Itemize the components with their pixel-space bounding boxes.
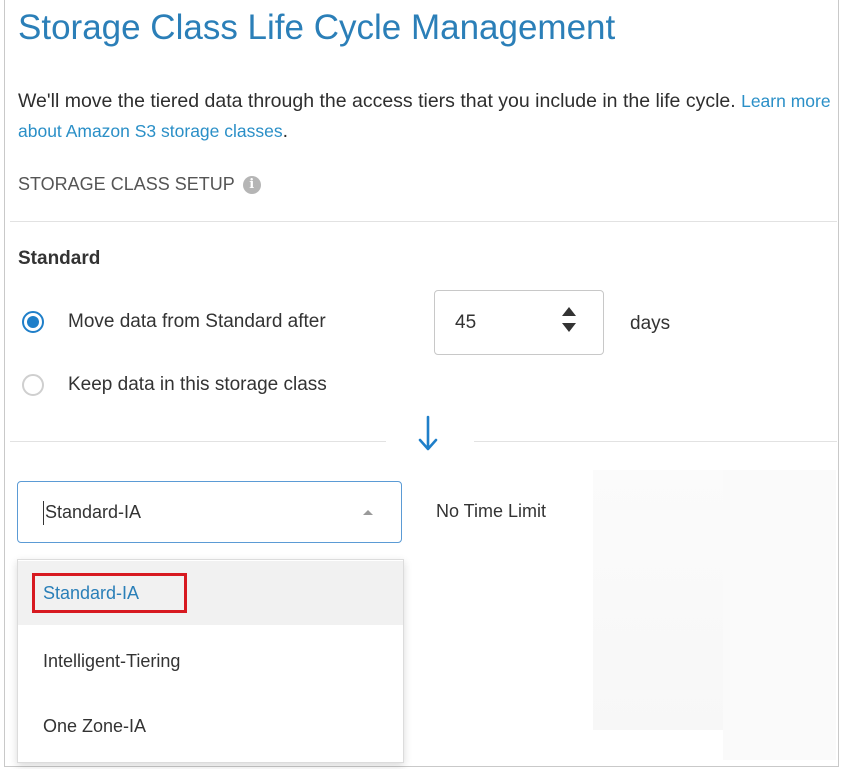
dropdown-option-standard-ia[interactable]: Standard-IA [18,561,403,625]
move-data-label: Move data from Standard after [68,311,326,332]
days-value: 45 [455,312,477,333]
page-title: Storage Class Life Cycle Management [18,8,616,47]
storage-class-name: Standard [18,248,101,269]
option-label: Intelligent-Tiering [43,651,181,671]
section-label: STORAGE CLASS SETUP [18,174,235,194]
storage-class-select[interactable]: Standard-IA [17,481,402,543]
dropdown-option-one-zone-ia[interactable]: One Zone-IA [18,694,403,758]
keep-data-label: Keep data in this storage class [68,374,327,395]
stepper-arrows-icon[interactable] [561,307,577,337]
description-text: We'll move the tiered data through the a… [18,90,736,112]
stepper-up-icon[interactable] [562,307,576,316]
text-cursor [43,501,44,525]
move-data-radio[interactable] [22,311,44,333]
divider-right [474,441,837,442]
description-end: . [282,120,289,142]
description: We'll move the tiered data through the a… [18,86,833,146]
background-panel [593,470,723,730]
move-data-option[interactable]: Move data from Standard after [22,311,326,333]
keep-data-option[interactable]: Keep data in this storage class [22,374,327,396]
option-label: One Zone-IA [43,716,147,736]
dropdown-option-intelligent-tiering[interactable]: Intelligent-Tiering [18,629,403,693]
stepper-down-icon[interactable] [562,323,576,332]
background-panel [723,470,836,760]
divider [10,221,837,222]
chevron-up-icon[interactable] [363,510,373,515]
storage-class-setup-heading: STORAGE CLASS SETUP i [18,174,261,195]
days-stepper[interactable]: 45 [434,290,604,355]
keep-data-radio[interactable] [22,374,44,396]
divider-left [10,441,386,442]
days-unit-label: days [630,313,671,334]
storage-class-dropdown-menu: Standard-IA Intelligent-Tiering One Zone… [17,559,404,763]
arrow-down-icon [418,415,438,451]
selected-storage-class: Standard-IA [45,502,142,522]
time-limit-label: No Time Limit [436,501,547,521]
highlight-box [32,573,187,613]
info-icon[interactable]: i [242,175,261,194]
